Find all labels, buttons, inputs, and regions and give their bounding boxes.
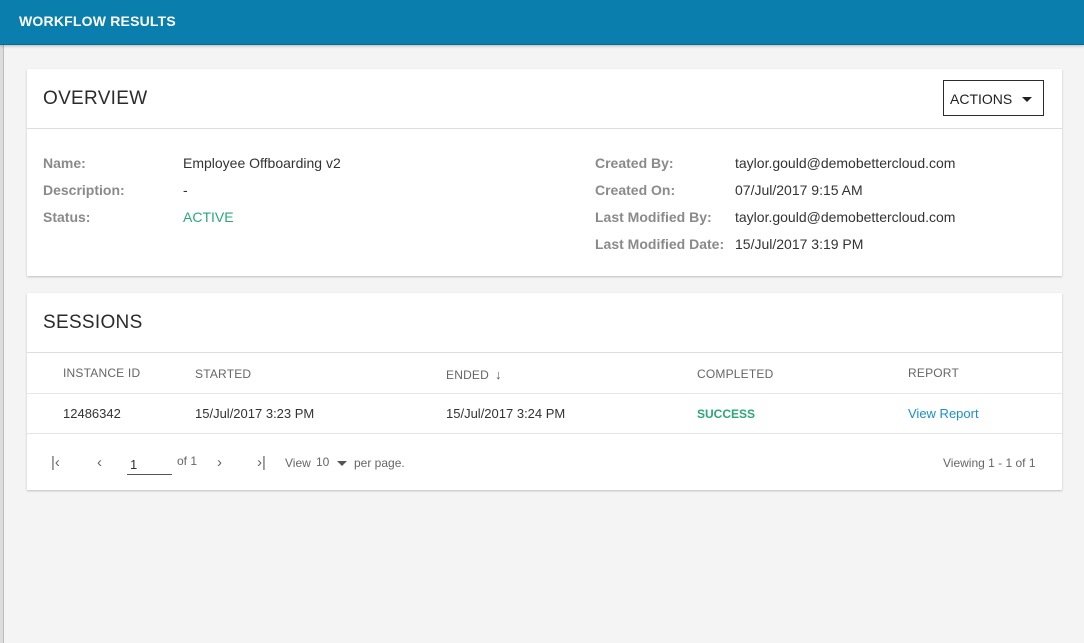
status-label: Status: xyxy=(43,209,91,225)
viewing-range-label: Viewing 1 - 1 of 1 xyxy=(943,456,1036,470)
cell-started: 15/Jul/2017 3:23 PM xyxy=(195,406,315,421)
cell-instance-id: 12486342 xyxy=(63,406,121,421)
status-value: ACTIVE xyxy=(183,209,234,225)
name-label: Name: xyxy=(43,155,86,171)
chevron-right-icon[interactable]: › xyxy=(217,454,222,471)
column-header-ended: ENDED xyxy=(446,368,490,382)
sessions-title: SESSIONS xyxy=(43,312,143,333)
column-header-started[interactable]: STARTED xyxy=(195,367,251,381)
created-on-value: 07/Jul/2017 9:15 AM xyxy=(735,182,863,198)
per-page-select[interactable]: 10 xyxy=(316,455,347,469)
last-page-icon[interactable]: ›| xyxy=(257,454,266,471)
cell-completed-status: SUCCESS xyxy=(697,407,756,421)
actions-label: ACTIONS xyxy=(950,91,1013,107)
cell-ended: 15/Jul/2017 3:24 PM xyxy=(446,406,566,421)
left-panel-edge xyxy=(0,45,4,643)
last-modified-by-value: taylor.gould@demobettercloud.com xyxy=(735,209,956,225)
overview-title: OVERVIEW xyxy=(43,88,148,109)
created-by-label: Created By: xyxy=(595,155,674,171)
last-modified-date-label: Last Modified Date: xyxy=(595,236,725,252)
table-header-divider xyxy=(27,393,1062,394)
sessions-header: SESSIONS xyxy=(27,293,1062,353)
view-report-link[interactable]: View Report xyxy=(908,406,979,421)
per-page-value: 10 xyxy=(316,455,330,469)
description-value: - xyxy=(183,182,188,198)
caret-down-icon xyxy=(1022,97,1032,102)
overview-header: OVERVIEW ACTIONS xyxy=(27,69,1062,129)
page-title: WORKFLOW RESULTS xyxy=(19,13,176,29)
actions-dropdown-button[interactable]: ACTIONS xyxy=(943,80,1044,116)
overview-card: OVERVIEW ACTIONS Name: Employee Offboard… xyxy=(27,69,1062,276)
created-on-label: Created On: xyxy=(595,182,676,198)
last-modified-date-value: 15/Jul/2017 3:19 PM xyxy=(735,236,864,252)
view-label: View xyxy=(285,456,311,470)
first-page-icon[interactable]: |‹ xyxy=(51,454,60,471)
column-header-report[interactable]: REPORT xyxy=(908,366,959,380)
table-footer-divider xyxy=(27,433,1062,434)
column-header-ended-wrap[interactable]: ENDED ↓ xyxy=(446,367,502,382)
caret-down-icon xyxy=(337,461,347,466)
chevron-left-icon[interactable]: ‹ xyxy=(97,454,102,471)
column-header-completed[interactable]: COMPLETED xyxy=(697,367,773,381)
arrow-down-icon: ↓ xyxy=(495,367,502,382)
page-number-input[interactable] xyxy=(127,455,172,475)
column-header-instance-id[interactable]: INSTANCE ID xyxy=(63,366,140,380)
top-bar: WORKFLOW RESULTS xyxy=(0,0,1084,45)
per-page-label: per page. xyxy=(354,456,405,470)
sessions-card: SESSIONS INSTANCE ID STARTED ENDED ↓ COMP… xyxy=(27,293,1062,490)
created-by-value: taylor.gould@demobettercloud.com xyxy=(735,155,956,171)
name-value: Employee Offboarding v2 xyxy=(183,155,341,171)
page-count-label: of 1 xyxy=(177,454,198,468)
last-modified-by-label: Last Modified By: xyxy=(595,209,712,225)
description-label: Description: xyxy=(43,182,125,198)
